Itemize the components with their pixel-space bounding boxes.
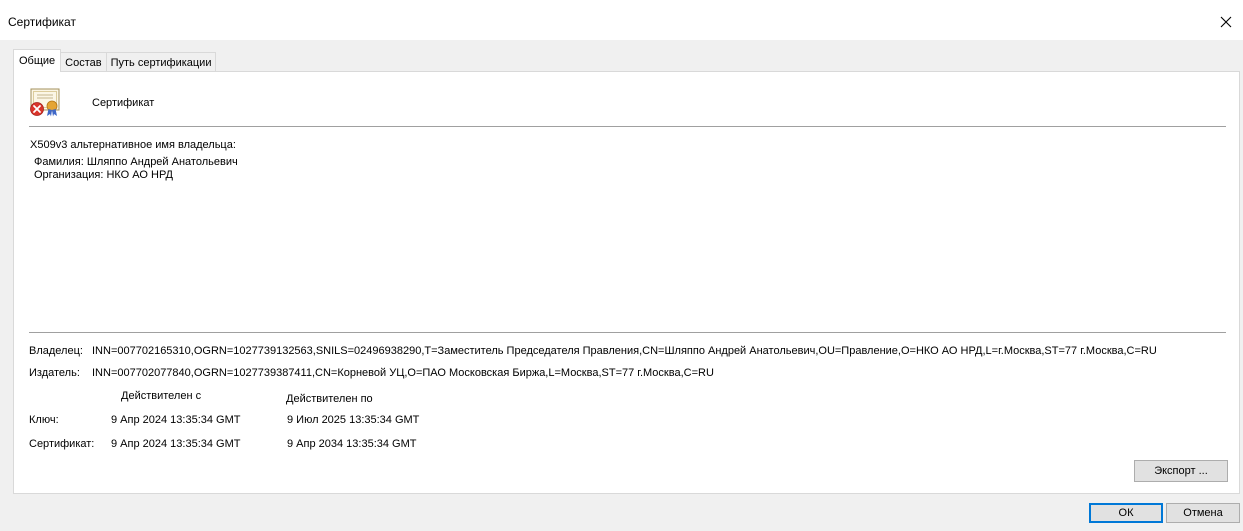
ok-button[interactable]: ОК [1089,503,1163,523]
certificate-header-label: Сертификат [92,97,155,109]
certificate-dialog: Сертификат Общие Состав Путь сертификаци… [0,0,1243,531]
certificate-validity-label: Сертификат: [29,438,95,450]
key-valid-to: 9 Июл 2025 13:35:34 GMT [287,414,420,426]
issuer-value: INN=007702077840,OGRN=1027739387411,CN=К… [92,367,714,379]
certificate-valid-to: 9 Апр 2034 13:35:34 GMT [287,438,417,450]
alt-name-title: X509v3 альтернативное имя владельца: [30,139,236,151]
issuer-label: Издатель: [29,367,80,379]
certificate-valid-from: 9 Апр 2024 13:35:34 GMT [111,438,241,450]
tab-certification-path[interactable]: Путь сертификации [105,52,217,72]
middle-separator [29,332,1226,333]
valid-to-header: Действителен по [286,393,373,405]
general-tab-panel: Сертификат X509v3 альтернативное имя вла… [13,71,1240,494]
export-button[interactable]: Экспорт ... [1134,460,1228,482]
owner-label: Владелец: [29,345,83,357]
tab-general[interactable]: Общие [13,49,62,72]
tab-bar: Общие Состав Путь сертификации [13,49,217,72]
alt-name-surname: Фамилия: Шляппо Андрей Анатольевич [34,156,238,168]
close-button[interactable] [1209,8,1243,36]
alt-name-organization: Организация: НКО АО НРД [34,169,173,181]
certificate-error-icon [30,88,60,117]
window-title: Сертификат [8,15,76,29]
cancel-button[interactable]: Отмена [1166,503,1240,523]
key-validity-label: Ключ: [29,414,59,426]
tab-details[interactable]: Состав [60,52,107,72]
key-valid-from: 9 Апр 2024 13:35:34 GMT [111,414,241,426]
close-icon [1220,16,1232,28]
owner-value: INN=007702165310,OGRN=1027739132563,SNIL… [92,345,1157,357]
top-separator [29,126,1226,127]
valid-from-header: Действителен с [121,390,202,402]
title-bar: Сертификат [0,0,1243,40]
